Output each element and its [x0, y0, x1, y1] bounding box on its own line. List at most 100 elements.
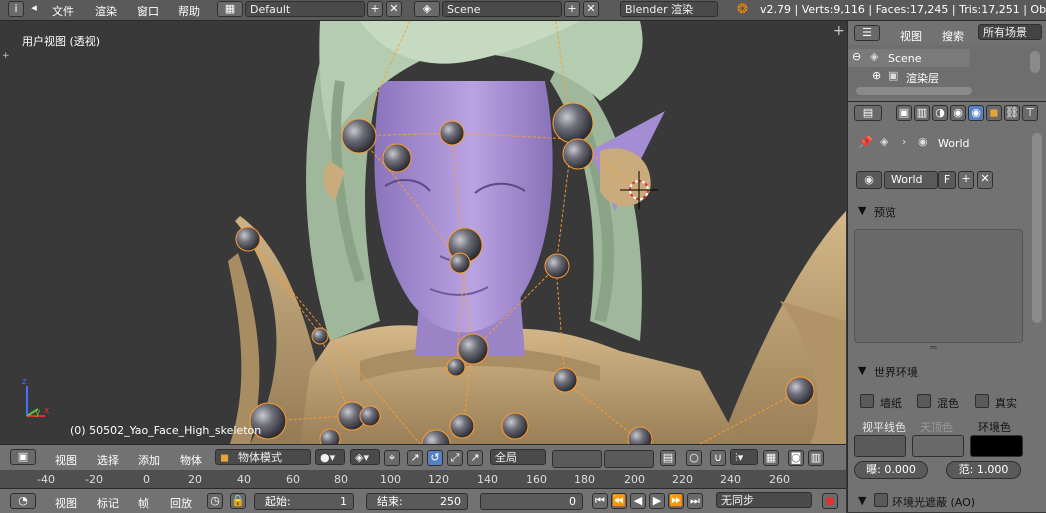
start-frame-field[interactable]: 起始: 1	[254, 493, 354, 510]
physics-tab-icon[interactable]: ⊤	[1022, 105, 1038, 121]
fake-user-button[interactable]: F	[938, 171, 956, 189]
collapse-menu-icon[interactable]: ◂	[28, 1, 40, 17]
expand-icon[interactable]: ⊖	[852, 50, 861, 63]
exposure-field[interactable]: 曝: 0.000	[854, 461, 928, 479]
remove-layout-button[interactable]: ✕	[386, 1, 402, 17]
properties-scrollbar[interactable]	[1032, 133, 1042, 323]
render-layers-tab-icon[interactable]: ▥	[914, 105, 930, 121]
pivot-select[interactable]: ◈▾	[350, 449, 380, 465]
world-name-field[interactable]: World	[884, 171, 938, 189]
tools-toggle-icon[interactable]: +	[2, 51, 10, 61]
menu-object[interactable]: 物体	[180, 452, 202, 468]
end-frame-field[interactable]: 结束: 250	[366, 493, 468, 510]
play-reverse-icon[interactable]: ◀	[630, 493, 646, 509]
add-layout-button[interactable]: +	[367, 1, 383, 17]
play-icon[interactable]: ▶	[649, 493, 665, 509]
layout-icon[interactable]: ▦	[217, 1, 243, 17]
world-browse-icon[interactable]: ◉	[856, 171, 882, 189]
jump-keyframe-back-icon[interactable]: ⏪	[611, 493, 627, 509]
constraints-tab-icon[interactable]: ⛓	[1004, 105, 1020, 121]
info-editor-icon[interactable]: i	[8, 1, 24, 17]
render-image-icon[interactable]: ◙	[788, 450, 804, 466]
mode-select[interactable]: 物体模式	[215, 449, 311, 465]
3d-viewport[interactable]: y x z 用户视图 (透视) (0) 50502_Yao_Face_High_…	[0, 21, 846, 444]
scale-manipulator-icon[interactable]: ⤢	[447, 450, 463, 466]
rotate-manipulator-icon[interactable]: ↺	[427, 450, 443, 466]
outliner-row-render-layers[interactable]: ⊕ ▣ 渲染层	[848, 69, 970, 85]
ao-panel-header[interactable]: ▼ 环境光遮蔽 (AO)	[852, 491, 1022, 511]
auto-keying-record-icon[interactable]: ●	[822, 493, 838, 509]
manipulator-toggle-icon[interactable]: ⌖	[384, 450, 400, 466]
world-panel-header[interactable]: ▼ 世界环境	[852, 361, 1022, 381]
preview-panel-header[interactable]: ▼ 预览	[852, 201, 1022, 221]
translate-manipulator-icon[interactable]: ↗	[407, 450, 423, 466]
scene-icon[interactable]: ◈	[414, 1, 440, 17]
preview-resize-handle[interactable]: ═	[930, 341, 937, 354]
object-tab-icon[interactable]: ◼	[986, 105, 1002, 121]
preview-range-icon[interactable]: ◷	[207, 493, 223, 509]
layers-grid-a[interactable]	[552, 450, 602, 468]
properties-header: ▤ ▣ ▥ ◑ ◉ ◉ ◼ ⛓ ⊤	[848, 101, 1046, 126]
properties-editor-icon[interactable]: ▤	[854, 105, 882, 121]
snap-element-select[interactable]: ⫶▾	[730, 449, 758, 465]
outliner-scrollbar[interactable]	[1030, 51, 1040, 73]
ao-checkbox[interactable]	[874, 493, 888, 507]
jump-start-icon[interactable]: ⏮	[592, 493, 608, 509]
timeline-menu-view[interactable]: 视图	[55, 495, 77, 511]
snap-toggle-icon[interactable]: ∪	[710, 450, 726, 466]
toolshelf-toggle-icon[interactable]: +	[833, 23, 845, 39]
pin-icon[interactable]: 📌	[858, 135, 873, 149]
menu-window[interactable]: 窗口	[137, 3, 159, 19]
current-frame-field[interactable]: 0	[480, 493, 583, 510]
lock-time-icon[interactable]: 🔒	[230, 493, 246, 509]
remove-scene-button[interactable]: ✕	[583, 1, 599, 17]
new-world-button[interactable]: +	[958, 171, 974, 189]
sync-mode-select[interactable]: 无同步	[716, 492, 812, 508]
menu-file[interactable]: 文件	[52, 3, 74, 19]
orientation-select[interactable]: 全局	[490, 449, 546, 465]
proportional-edit-icon[interactable]: ○	[686, 450, 702, 466]
timeline-menu-frame[interactable]: 帧	[138, 495, 149, 511]
opengl-render-icon[interactable]: ▦	[763, 450, 779, 466]
real-sky-checkbox[interactable]	[975, 394, 989, 408]
arc-manipulator-icon[interactable]: ↗	[467, 450, 483, 466]
outliner-menu-search[interactable]: 搜索	[942, 28, 964, 44]
jump-end-icon[interactable]: ⏭	[687, 493, 703, 509]
scene-tab-icon[interactable]: ◑	[932, 105, 948, 121]
menu-render[interactable]: 渲染	[95, 3, 117, 19]
ambient-color-swatch[interactable]	[970, 435, 1023, 457]
horizon-color-swatch[interactable]	[854, 435, 906, 457]
outliner-menu-view[interactable]: 视图	[900, 28, 922, 44]
outliner-hscrollbar[interactable]	[856, 87, 972, 95]
timeline-editor-icon[interactable]: ◔	[10, 493, 36, 509]
world-tab-active-icon[interactable]: ◉	[968, 105, 984, 121]
blend-sky-checkbox[interactable]	[917, 394, 931, 408]
zenith-color-swatch[interactable]	[912, 435, 964, 457]
timeline-ruler[interactable]: -40 -20 0 20 40 60 80 100 120 140 160 18…	[0, 470, 846, 488]
render-tab-icon[interactable]: ▣	[896, 105, 912, 121]
expand-icon[interactable]: ⊕	[872, 69, 881, 82]
range-field[interactable]: 范: 1.000	[946, 461, 1021, 479]
render-animation-icon[interactable]: ▥	[808, 450, 824, 466]
render-engine-select[interactable]: Blender 渲染	[620, 1, 718, 17]
layout-select[interactable]: Default	[245, 1, 365, 17]
outliner-editor-icon[interactable]: ☰	[854, 25, 880, 41]
menu-help[interactable]: 帮助	[178, 3, 200, 19]
editor-type-icon[interactable]: ▣	[10, 449, 36, 465]
layers-grid-b[interactable]	[604, 450, 654, 468]
timeline-menu-marker[interactable]: 标记	[97, 495, 119, 511]
jump-keyframe-forward-icon[interactable]: ⏩	[668, 493, 684, 509]
menu-add[interactable]: 添加	[138, 452, 160, 468]
outliner-row-scene[interactable]: ⊖ ◈ Scene	[848, 49, 970, 67]
unlink-world-button[interactable]: ✕	[977, 171, 993, 189]
shading-select[interactable]: ●▾	[315, 449, 345, 465]
world-tab-icon[interactable]: ◉	[950, 105, 966, 121]
lock-layers-icon[interactable]: ▤	[660, 450, 676, 466]
outliner-display-mode[interactable]: 所有场景	[978, 24, 1042, 40]
menu-select[interactable]: 选择	[97, 452, 119, 468]
paper-sky-checkbox[interactable]	[860, 394, 874, 408]
add-scene-button[interactable]: +	[564, 1, 580, 17]
scene-select[interactable]: Scene	[442, 1, 562, 17]
menu-view[interactable]: 视图	[55, 452, 77, 468]
timeline-menu-playback[interactable]: 回放	[170, 495, 192, 511]
